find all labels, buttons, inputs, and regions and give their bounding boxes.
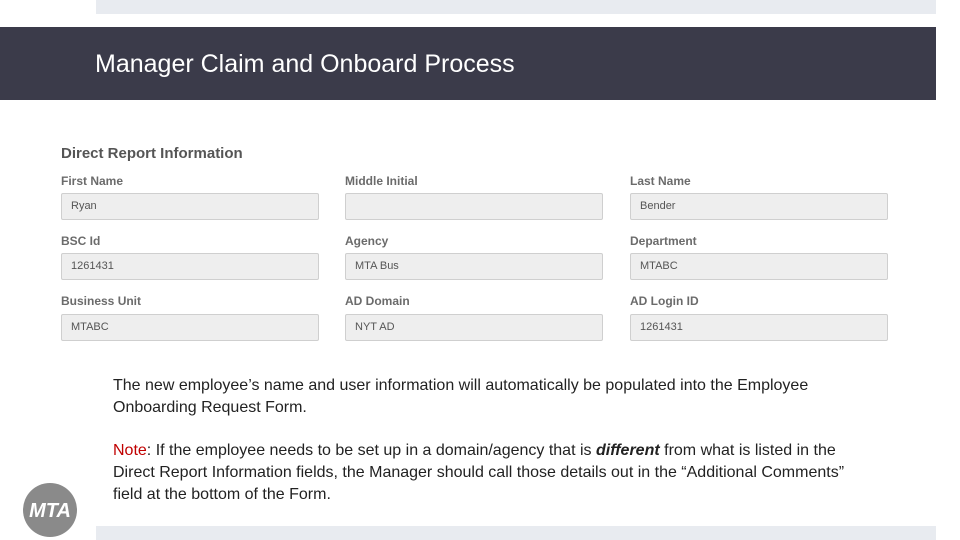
slide-title: Manager Claim and Onboard Process: [95, 50, 515, 78]
note-text-part1: : If the employee needs to be set up in …: [146, 442, 596, 459]
bsc-id-field[interactable]: 1261431: [61, 253, 319, 280]
info-paragraph: The new employee’s name and user informa…: [113, 377, 809, 416]
ad-login-id-value: 1261431: [640, 321, 683, 333]
middle-initial-label: Middle Initial: [345, 174, 418, 188]
top-decorative-strip: [96, 0, 936, 14]
ad-domain-value: NYT AD: [355, 321, 395, 333]
department-value: MTABC: [640, 260, 678, 272]
ad-login-id-field[interactable]: 1261431: [630, 314, 888, 341]
first-name-field[interactable]: Ryan: [61, 193, 319, 220]
agency-value: MTA Bus: [355, 260, 399, 272]
business-unit-label: Business Unit: [61, 294, 142, 308]
ad-domain-field[interactable]: NYT AD: [345, 314, 603, 341]
note-emphasis: different: [595, 442, 660, 459]
note-label: Note: [113, 442, 147, 459]
first-name-label: First Name: [61, 174, 124, 188]
mta-logo-icon: MTA: [23, 483, 77, 537]
bsc-id-label: BSC Id: [61, 234, 101, 248]
last-name-value: Bender: [640, 200, 676, 212]
agency-field[interactable]: MTA Bus: [345, 253, 603, 280]
last-name-label: Last Name: [630, 174, 691, 188]
bottom-decorative-strip: [96, 526, 936, 540]
agency-label: Agency: [345, 234, 389, 248]
department-field[interactable]: MTABC: [630, 253, 888, 280]
form-section-heading: Direct Report Information: [61, 145, 243, 162]
business-unit-field[interactable]: MTABC: [61, 314, 319, 341]
middle-initial-field[interactable]: [345, 193, 603, 220]
mta-logo-text: MTA: [29, 500, 71, 522]
ad-domain-label: AD Domain: [345, 294, 410, 308]
business-unit-value: MTABC: [71, 321, 109, 333]
ad-login-id-label: AD Login ID: [630, 294, 699, 308]
department-label: Department: [630, 234, 697, 248]
note-paragraph: Note: If the employee needs to be set up…: [113, 440, 858, 506]
last-name-field[interactable]: Bender: [630, 193, 888, 220]
bsc-id-value: 1261431: [71, 260, 114, 272]
first-name-value: Ryan: [71, 200, 97, 212]
